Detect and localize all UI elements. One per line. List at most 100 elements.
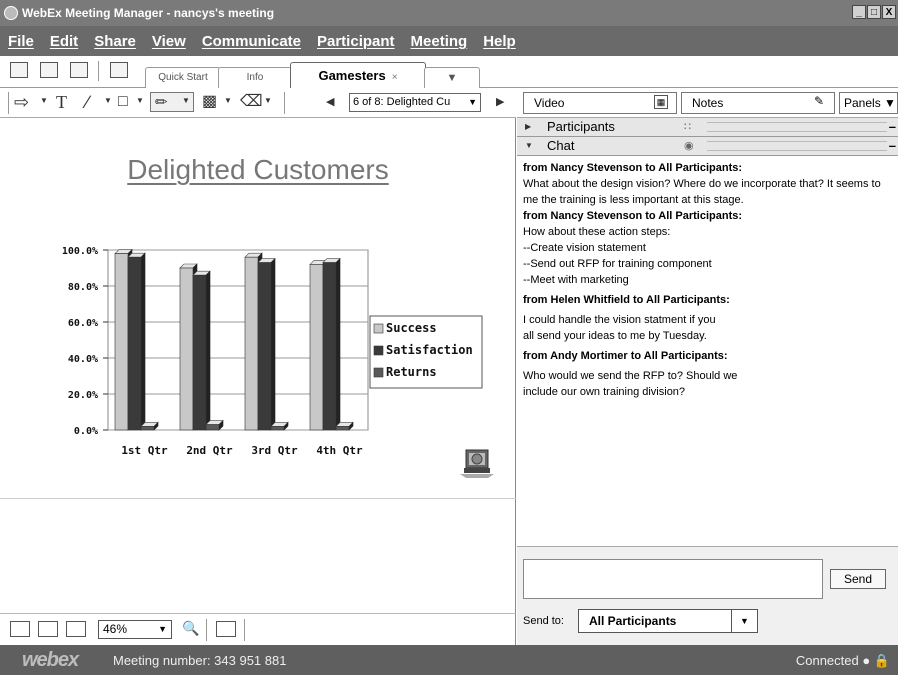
color-dropdown-icon[interactable]: ▼ [224,96,232,105]
x-tick-label: 4th Qtr [316,444,363,457]
bar [322,262,337,431]
minimize-button[interactable]: _ [852,5,866,19]
edit-document-icon[interactable] [110,62,128,78]
chat-text: How about these action steps: [523,226,671,238]
webex-app-icon [4,6,18,20]
bar [127,256,142,431]
send-button[interactable]: Send [830,569,886,589]
chat-message: from Andy Mortimer to All Participants: … [523,348,892,400]
video-icon: ▦ [654,95,668,109]
share-window-icon[interactable] [40,62,58,78]
chat-text: include our own training division? [523,386,686,398]
line-dropdown-icon[interactable]: ▼ [104,96,112,105]
send-to-select[interactable]: All Participants ▼ [578,609,758,633]
bar [335,426,350,431]
notes-panel-button[interactable]: Notes ✎ [681,92,835,114]
connection-status: Connected ● 🔒 [795,653,890,668]
eraser-tool-icon[interactable]: ⌫ [240,92,263,112]
close-window-button[interactable]: X [882,5,896,19]
chat-input[interactable] [523,559,823,599]
slide-title-text: Delighted Customers [127,154,389,185]
y-tick-label: 80.0% [68,282,98,293]
panel-grip [707,141,887,151]
zoom-value: 46% [103,622,128,636]
notes-pen-icon: ✎ [813,94,825,108]
legend-swatch [373,345,384,356]
menu-communicate[interactable]: Communicate [202,33,301,50]
panels-menu-button[interactable]: Panels ▼ [839,92,898,114]
zoom-selector[interactable]: 46% ▼ [98,620,172,639]
notes-label: Notes [692,96,724,110]
tab-quick-start[interactable]: Quick Start [145,67,221,88]
pointer-dropdown-icon[interactable]: ▼ [40,96,48,105]
bar [140,426,155,431]
chevron-down-icon: ▼ [158,624,167,634]
full-view-icon[interactable] [10,621,30,637]
chat-text: --Send out RFP for training component [523,258,712,270]
new-whiteboard-icon[interactable] [10,62,28,78]
menu-file[interactable]: File [8,33,34,50]
bar [309,264,324,431]
x-tick-label: 1st Qtr [121,444,168,457]
bar-side [205,270,211,431]
window-title: WebEx Meeting Manager - nancys's meeting [22,6,275,20]
legend-label: Success [386,321,437,335]
chat-sender: from Nancy Stevenson to All Participants… [523,162,743,174]
eraser-dropdown-icon[interactable]: ▼ [264,96,272,105]
panel-minimize-icon[interactable]: – [889,137,896,155]
menu-view[interactable]: View [152,33,186,50]
split-view-icon[interactable] [66,621,86,637]
tab-info[interactable]: Info [218,67,292,88]
chat-text: all send your ideas to me by Tuesday. [523,330,707,342]
previous-slide-icon[interactable]: ◀ [326,92,334,112]
y-tick-label: 60.0% [68,318,98,329]
slide-selector-value: 6 of 8: Delighted Cu [353,96,451,108]
chevron-down-icon: ▼ [468,97,477,107]
close-tab-icon[interactable]: × [392,72,398,83]
menu-participant[interactable]: Participant [317,33,395,50]
legend-label: Satisfaction [386,343,473,357]
maximize-button[interactable]: □ [867,5,881,19]
tab-overflow-menu[interactable]: ▼ [424,67,480,88]
chat-panel-header[interactable]: ▼ Chat ◉ – [517,137,898,156]
pointer-tool-icon[interactable]: ⇨ [14,92,29,112]
slide-divider [0,498,516,499]
bar [192,274,207,431]
bar [114,253,129,431]
panel-toolbar: Video ▦ Notes ✎ Panels ▼ [517,88,898,118]
sync-display-icon[interactable] [216,621,236,637]
chat-sender: from Nancy Stevenson to All Participants… [523,210,743,222]
panel-minimize-icon[interactable]: – [889,118,896,136]
tab-gamesters[interactable]: Gamesters × [290,62,426,88]
legend-swatch [373,323,384,334]
share-desktop-icon[interactable] [70,62,88,78]
zoom-in-icon[interactable]: 🔍 [182,620,199,637]
slide-viewer: Delighted Customers 0.0% 20.0% 40.0% 60.0% 8… [0,118,516,613]
chat-text: Who would we send the RFP to? Should we [523,370,738,382]
video-panel-button[interactable]: Video ▦ [523,92,677,114]
menu-share[interactable]: Share [94,33,136,50]
menu-meeting[interactable]: Meeting [411,33,468,50]
slide-selector[interactable]: 6 of 8: Delighted Cu ▼ [349,93,481,112]
color-fill-tool-icon[interactable]: ▩ [202,92,217,112]
line-tool-icon[interactable]: ∕ [86,92,89,112]
bar-side [270,257,276,431]
toolbar-divider [98,61,99,81]
chat-compose-area: Send Send to: All Participants ▼ [517,546,898,645]
window-controls: _ □ X [852,5,896,19]
rectangle-tool-icon[interactable]: □ [118,92,128,112]
participants-panel-header[interactable]: ▶ Participants ∷ – [517,118,898,137]
collapse-arrow-icon: ▼ [525,141,533,150]
highlighter-dropdown-icon[interactable]: ▼ [182,96,190,105]
menu-edit[interactable]: Edit [50,33,78,50]
bar [205,424,220,431]
thumbnail-view-icon[interactable] [38,621,58,637]
participants-icon: ∷ [684,121,691,133]
chat-text: What about the design vision? Where do w… [523,178,881,206]
view-toolbar: 46% ▼ 🔍 [0,613,516,645]
text-tool-icon[interactable]: T [56,92,67,112]
next-slide-icon[interactable]: ▶ [496,92,504,112]
rectangle-dropdown-icon[interactable]: ▼ [136,96,144,105]
menu-help[interactable]: Help [483,33,516,50]
y-tick-label: 40.0% [68,354,98,365]
